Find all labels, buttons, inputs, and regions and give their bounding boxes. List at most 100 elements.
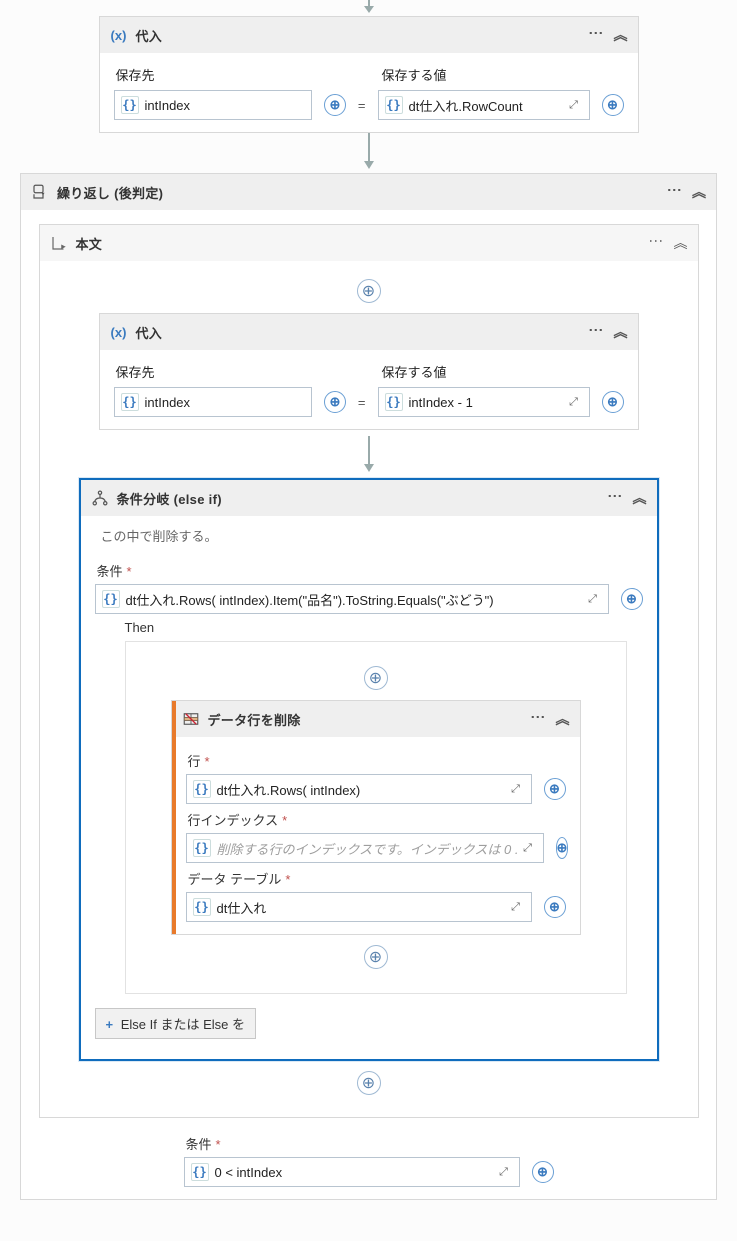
dowhile-condition-input[interactable]: {} 0 < intIndex ⤢ [184, 1157, 520, 1187]
braces-icon: {} [121, 96, 139, 114]
expand-icon[interactable]: ⤢ [584, 590, 602, 608]
activity-assign-2[interactable]: (x) 代入 ⋮ ︽ 保存先 保存する値 [99, 313, 639, 430]
add-button[interactable]: ⊕ [602, 94, 624, 116]
required-marker: * [216, 1137, 221, 1152]
save-value-label: 保存する値 [382, 65, 622, 84]
save-to-label: 保存先 [116, 362, 356, 381]
activity-assign-1[interactable]: (x) 代入 ⋮ ︽ 保存先 保存する値 {} intIndex ⊕ = {} [99, 16, 639, 133]
rowindex-placeholder: 削除する行のインデックスです。インデックスは 0 . [217, 839, 519, 858]
row-value: dt仕入れ.Rows( intIndex) [217, 780, 507, 799]
more-menu-icon[interactable]: ⋮ [590, 26, 604, 44]
save-to-label: 保存先 [116, 65, 356, 84]
braces-icon: {} [102, 590, 120, 608]
variable-icon: (x) [110, 323, 128, 341]
add-button[interactable]: ⊕ [532, 1161, 554, 1183]
row-label: 行 [188, 754, 201, 769]
required-marker: * [205, 754, 210, 769]
collapse-icon[interactable]: ︽ [674, 233, 688, 253]
then-container: ⊕ データ行を削除 [125, 641, 627, 994]
save-value-value: dt仕入れ.RowCount [409, 96, 565, 115]
activity-annotation: この中で削除する。 [95, 524, 643, 555]
add-button[interactable]: ⊕ [621, 588, 643, 610]
collapse-icon[interactable]: ︽ [692, 182, 706, 202]
activity-title: データ行を削除 [208, 710, 532, 729]
add-button[interactable]: ⊕ [324, 391, 346, 413]
row-input[interactable]: {} dt仕入れ.Rows( intIndex) ⤢ [186, 774, 532, 804]
save-value-value: intIndex - 1 [409, 395, 565, 410]
save-value-label: 保存する値 [382, 362, 622, 381]
plus-icon: + [106, 1017, 114, 1032]
more-menu-icon[interactable]: ⋮ [532, 710, 546, 728]
rowindex-label: 行インデックス [188, 813, 279, 828]
activity-if-elseif[interactable]: 条件分岐 (else if) ⋮ ︽ この中で削除する。 条件* [79, 478, 659, 1061]
required-marker: * [285, 872, 290, 887]
braces-icon: {} [385, 393, 403, 411]
save-to-input[interactable]: {} intIndex [114, 90, 312, 120]
add-button[interactable]: ⊕ [544, 896, 566, 918]
braces-icon: {} [121, 393, 139, 411]
collapse-icon[interactable]: ︽ [556, 709, 570, 729]
activity-title: 繰り返し (後判定) [57, 183, 668, 202]
activity-sequence-body[interactable]: 本文 ⋮ ︽ ⊕ (x) 代入 ⋮ [39, 224, 699, 1118]
add-button[interactable]: ⊕ [544, 778, 566, 800]
flow-arrow [54, 436, 684, 474]
condition-input[interactable]: {} dt仕入れ.Rows( intIndex).Item("品名").ToSt… [95, 584, 609, 614]
dowhile-condition-value: 0 < intIndex [215, 1165, 495, 1180]
expand-icon[interactable]: ⤢ [565, 96, 583, 114]
more-menu-icon[interactable]: ⋮ [650, 234, 664, 252]
datatable-input[interactable]: {} dt仕入れ ⤢ [186, 892, 532, 922]
add-elseif-else-button[interactable]: + Else If または Else を [95, 1008, 256, 1039]
required-marker: * [282, 813, 287, 828]
variable-icon: (x) [110, 26, 128, 44]
expand-icon[interactable]: ⤢ [565, 393, 583, 411]
datatable-label: データ テーブル [188, 872, 282, 887]
branch-icon [91, 489, 109, 507]
more-menu-icon[interactable]: ⋮ [590, 323, 604, 341]
activity-title: 代入 [136, 26, 590, 45]
more-menu-icon[interactable]: ⋮ [609, 489, 623, 507]
add-button[interactable]: ⊕ [556, 837, 569, 859]
braces-icon: {} [193, 839, 211, 857]
drop-add-point[interactable]: ⊕ [54, 279, 684, 303]
save-value-input[interactable]: {} dt仕入れ.RowCount ⤢ [378, 90, 590, 120]
drop-add-point[interactable]: ⊕ [140, 666, 612, 690]
drop-add-point[interactable]: ⊕ [54, 1071, 684, 1095]
condition-value: dt仕入れ.Rows( intIndex).Item("品名").ToStrin… [126, 590, 584, 609]
expand-icon[interactable]: ⤢ [519, 839, 537, 857]
expand-icon[interactable]: ⤢ [507, 780, 525, 798]
expand-icon[interactable]: ⤢ [507, 898, 525, 916]
add-button[interactable]: ⊕ [602, 391, 624, 413]
more-menu-icon[interactable]: ⋮ [668, 183, 682, 201]
activity-do-while[interactable]: 繰り返し (後判定) ⋮ ︽ 本文 ⋮ ︽ [20, 173, 717, 1200]
loop-icon [31, 183, 49, 201]
braces-icon: {} [191, 1163, 209, 1181]
flow-arrow [20, 133, 717, 171]
collapse-icon[interactable]: ︽ [633, 488, 647, 508]
save-to-value: intIndex [145, 98, 305, 113]
add-button[interactable]: ⊕ [324, 94, 346, 116]
datatable-value: dt仕入れ [217, 898, 507, 917]
collapse-icon[interactable]: ︽ [614, 25, 628, 45]
flow-arrow [20, 0, 717, 14]
rowindex-input[interactable]: {} 削除する行のインデックスです。インデックスは 0 . ⤢ [186, 833, 544, 863]
dowhile-condition-label: 条件 [186, 1137, 212, 1152]
condition-label: 条件 [97, 564, 123, 579]
sequence-icon [50, 234, 68, 252]
save-to-input[interactable]: {} intIndex [114, 387, 312, 417]
braces-icon: {} [193, 898, 211, 916]
activity-title: 本文 [76, 234, 650, 253]
datarow-delete-icon [182, 710, 200, 728]
save-value-input[interactable]: {} intIndex - 1 ⤢ [378, 387, 590, 417]
collapse-icon[interactable]: ︽ [614, 322, 628, 342]
then-label: Then [95, 614, 643, 635]
equals-sign: = [352, 395, 372, 410]
braces-icon: {} [193, 780, 211, 798]
braces-icon: {} [385, 96, 403, 114]
required-marker: * [127, 564, 132, 579]
drop-add-point[interactable]: ⊕ [140, 945, 612, 969]
activity-title: 代入 [136, 323, 590, 342]
activity-remove-data-row[interactable]: データ行を削除 ⋮ ︽ 行 * [171, 700, 581, 935]
save-to-value: intIndex [145, 395, 305, 410]
expand-icon[interactable]: ⤢ [495, 1163, 513, 1181]
add-elseif-else-label: Else If または Else を [121, 1017, 245, 1032]
